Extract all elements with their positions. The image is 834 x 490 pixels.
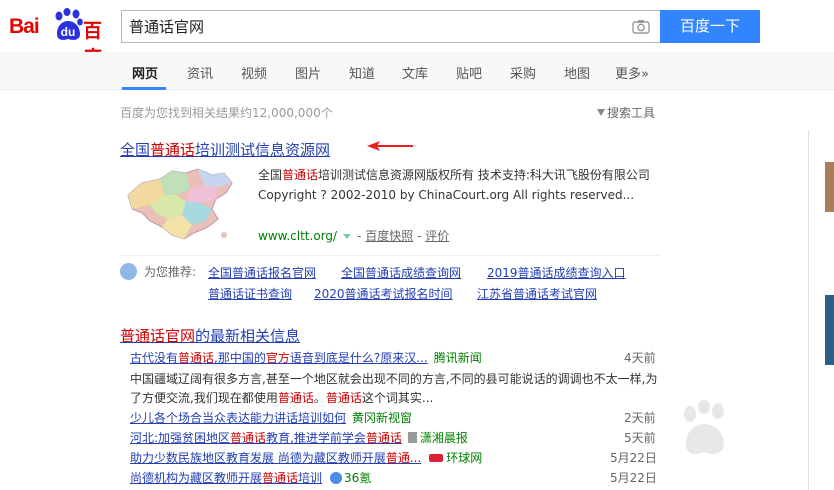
snapshot-link[interactable]: 百度快照 bbox=[365, 229, 413, 243]
news-item: 尚德机构为藏区教师开展普通话培训 36氪 bbox=[130, 469, 371, 486]
tab-zhidao[interactable]: 知道 bbox=[349, 63, 375, 82]
china-map-thumbnail[interactable] bbox=[120, 165, 240, 245]
result-abstract: 全国普通话培训测试信息资源网版权所有 技术支持:科大讯飞股份有限公司 Copyr… bbox=[258, 165, 658, 205]
news-source: 环球网 bbox=[446, 451, 483, 465]
snippet-text: 这个词其实... bbox=[361, 391, 434, 405]
search-button[interactable]: 百度一下 bbox=[660, 10, 760, 43]
title-highlight: 普通话 bbox=[150, 141, 196, 159]
news-highlight: 官方 bbox=[265, 351, 290, 365]
recommend-link-1[interactable]: 全国普通话报名官网 bbox=[208, 264, 316, 281]
news-section-title[interactable]: 普通话官网的最新相关信息 bbox=[120, 325, 300, 346]
url-dropdown-icon[interactable] bbox=[343, 234, 352, 239]
right-column-heading-fragment bbox=[825, 139, 834, 155]
camera-icon[interactable] bbox=[632, 19, 650, 34]
recommend-link-4[interactable]: 普通话证书查询 bbox=[208, 285, 292, 302]
header: Bai du 百度 百度一下 bbox=[0, 0, 834, 69]
active-tab-indicator bbox=[122, 87, 166, 90]
tab-web[interactable]: 网页 bbox=[132, 63, 158, 82]
news-text: 河北:加强贫困地区 bbox=[130, 431, 231, 445]
source-logo-icon bbox=[330, 472, 343, 484]
paw-badge-icon bbox=[120, 263, 137, 280]
news-highlight: 普通话 bbox=[262, 471, 299, 485]
right-thumb-1[interactable] bbox=[825, 162, 834, 212]
news-item: 古代没有普通话,那中国的官方语音到底是什么?原来汉... 腾讯新闻 bbox=[130, 349, 482, 366]
baidu-logo[interactable]: Bai du 百度 bbox=[9, 8, 113, 69]
news-text: 培训 bbox=[298, 471, 323, 485]
nav-tabs: 网页 资讯 视频 图片 知道 文库 贴吧 采购 地图 更多» bbox=[0, 52, 834, 90]
tab-wenku[interactable]: 文库 bbox=[402, 63, 428, 82]
recommend-link-5[interactable]: 2020普通话考试报名时间 bbox=[314, 285, 453, 302]
search-box bbox=[121, 10, 660, 43]
search-tools[interactable]: 搜索工具 bbox=[597, 104, 655, 121]
news-source: 潇湘晨报 bbox=[419, 431, 468, 445]
news-link[interactable]: 尚德机构为藏区教师开展普通话培训 bbox=[130, 471, 322, 485]
news-highlight: 普通话 bbox=[230, 431, 267, 445]
tab-tieba[interactable]: 贴吧 bbox=[456, 63, 482, 82]
news-time: 5月22日 bbox=[610, 471, 657, 485]
news-highlight: 普通... bbox=[385, 451, 422, 465]
title-text-pre: 全国 bbox=[120, 141, 151, 159]
news-link[interactable]: 少儿各个场合当众表达能力讲话培训如何 bbox=[130, 411, 346, 425]
news-time: 5月22日 bbox=[610, 451, 657, 465]
news-source: 腾讯新闻 bbox=[433, 351, 482, 365]
tab-map[interactable]: 地图 bbox=[564, 63, 590, 82]
tab-more[interactable]: 更多» bbox=[615, 63, 649, 82]
result-count: 百度为您找到相关结果约12,000,000个 bbox=[120, 106, 333, 120]
source-logo-icon bbox=[407, 432, 417, 443]
tab-caigou[interactable]: 采购 bbox=[510, 63, 536, 82]
title-text-post: 培训测试信息资源网 bbox=[195, 141, 331, 159]
abstract-highlight: 普通话 bbox=[282, 168, 319, 182]
right-thumb-2[interactable] bbox=[825, 295, 834, 365]
watermark-paw-icon bbox=[684, 400, 724, 454]
logo-text-du: du bbox=[60, 25, 76, 39]
search-tools-label: 搜索工具 bbox=[607, 106, 656, 120]
snapshot-separator: - bbox=[417, 229, 422, 243]
result-title[interactable]: 全国普通话培训测试信息资源网 bbox=[120, 139, 330, 160]
recommend-row: 为您推荐: bbox=[120, 263, 196, 280]
news-title-post: 的最新相关信息 bbox=[195, 327, 301, 345]
tab-images[interactable]: 图片 bbox=[295, 63, 321, 82]
recommend-link-6[interactable]: 江苏省普通话考试官网 bbox=[477, 285, 597, 302]
news-source: 黄冈新视窗 bbox=[352, 411, 413, 425]
news-highlight: 普通话 bbox=[178, 351, 215, 365]
news-text: 语音到底是什么?原来汉... bbox=[289, 351, 428, 365]
filter-icon bbox=[597, 109, 605, 116]
news-link[interactable]: 河北:加强贫困地区普通话教育,推进学前学会普通话 bbox=[130, 431, 402, 445]
red-arrow-icon bbox=[367, 141, 413, 151]
news-text: 古代没有 bbox=[130, 351, 179, 365]
news-time: 4天前 bbox=[624, 351, 656, 365]
news-link[interactable]: 古代没有普通话,那中国的官方语音到底是什么?原来汉... bbox=[130, 351, 428, 365]
url-separator: - bbox=[357, 229, 362, 243]
news-link[interactable]: 助力少数民族地区教育发展 尚德为藏区教师开展普通... bbox=[130, 451, 421, 465]
snippet-highlight: 普通话 bbox=[325, 391, 362, 405]
news-item: 河北:加强贫困地区普通话教育,推进学前学会普通话 潇湘晨报 bbox=[130, 429, 468, 446]
recommend-link-2[interactable]: 全国普通话成绩查询网 bbox=[341, 264, 461, 281]
news-text: 助力少数民族地区教育发展 尚德为藏区教师开展 bbox=[130, 451, 386, 465]
result-url[interactable]: www.cltt.org/ bbox=[258, 229, 337, 243]
news-text: 教育,推进学前学会 bbox=[266, 431, 366, 445]
news-text: 尚德机构为藏区教师开展 bbox=[130, 471, 263, 485]
result-url-row: www.cltt.org/ - 百度快照 - 评价 bbox=[258, 227, 449, 244]
logo-text-bai: Bai bbox=[9, 15, 40, 38]
news-source: 36氪 bbox=[344, 471, 372, 485]
news-item: 助力少数民族地区教育发展 尚德为藏区教师开展普通... 环球网 bbox=[130, 449, 482, 466]
snippet-highlight: 普通话 bbox=[277, 391, 314, 405]
news-text: ,那中国的 bbox=[214, 351, 266, 365]
news-time: 2天前 bbox=[624, 411, 656, 425]
tab-news[interactable]: 资讯 bbox=[187, 63, 213, 82]
news-highlight: 普通话 bbox=[365, 431, 402, 445]
news-item: 少儿各个场合当众表达能力讲话培训如何 黄冈新视窗 bbox=[130, 409, 412, 426]
source-logo-icon bbox=[429, 454, 444, 462]
news-title-highlight: 普通话官网 bbox=[120, 327, 196, 345]
recommend-link-3[interactable]: 2019普通话成绩查询入口 bbox=[487, 264, 626, 281]
recommend-label: 为您推荐: bbox=[144, 265, 197, 279]
divider bbox=[120, 255, 660, 256]
tab-video[interactable]: 视频 bbox=[241, 63, 267, 82]
news-time: 5天前 bbox=[624, 431, 656, 445]
review-link[interactable]: 评价 bbox=[425, 229, 449, 243]
snippet-text: 。 bbox=[313, 391, 326, 405]
news-snippet: 中国疆域辽阔有很多方言,甚至一个地区就会出现不同的方言,不同的县可能说话的调调也… bbox=[130, 370, 660, 408]
abstract-pre: 全国 bbox=[258, 168, 283, 182]
search-input[interactable] bbox=[129, 11, 619, 42]
